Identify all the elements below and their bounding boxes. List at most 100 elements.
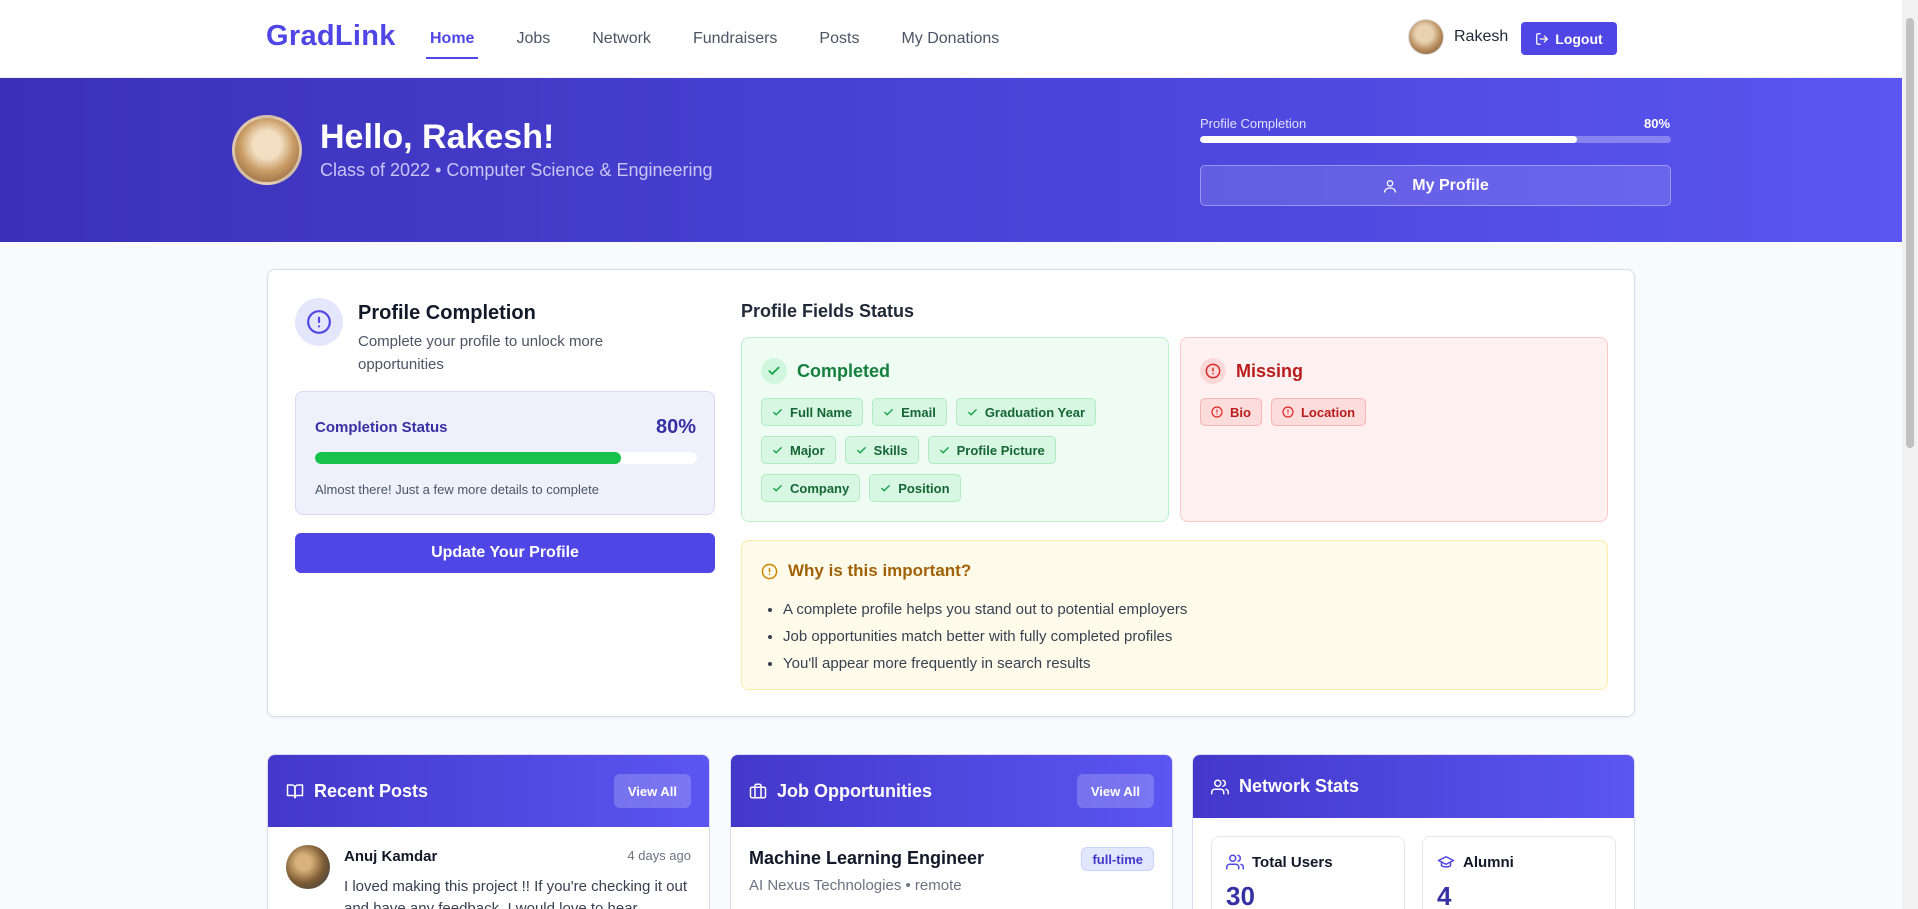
field-tag-label: Email [901, 404, 936, 420]
completed-field-tag: Skills [844, 436, 919, 464]
total-users-value: 30 [1226, 881, 1255, 909]
why-heading: Why is this important? [761, 561, 971, 581]
hero-progress-fill [1200, 136, 1577, 143]
missing-field-tag: Location [1270, 398, 1367, 426]
post-time: 4 days ago [627, 848, 691, 863]
profile-completion-title: Profile Completion [358, 302, 536, 324]
alumni-label-row: Alumni [1437, 853, 1514, 871]
completed-field-tag: Full Name [761, 398, 864, 426]
welcome-banner: Hello, Rakesh! Class of 2022 • Computer … [0, 78, 1902, 242]
avatar[interactable] [1408, 19, 1444, 55]
missing-fields-box: Missing Bio Location [1180, 337, 1608, 522]
job-company: AI Nexus Technologies • remote [749, 877, 962, 894]
field-tag-label: Skills [873, 442, 908, 458]
scrollbar-thumb[interactable] [1906, 18, 1914, 448]
class-info: Class of 2022 • Computer Science & Engin… [320, 160, 713, 180]
logout-label: Logout [1555, 30, 1603, 47]
field-tag-label: Major [790, 442, 825, 458]
users-icon [1211, 779, 1229, 794]
field-tag-label: Company [790, 480, 850, 496]
why-title: Why is this important? [788, 561, 972, 580]
nav-link-jobs[interactable]: Jobs [516, 0, 550, 78]
network-stats-header: Network Stats [1193, 755, 1634, 818]
posts-view-all-button[interactable]: View All [613, 774, 691, 808]
why-important-box: Why is this important? A complete profil… [741, 540, 1608, 690]
total-users-label-row: Total Users [1226, 853, 1333, 871]
alert-circle-icon [1282, 406, 1294, 418]
jobs-view-all-button[interactable]: View All [1076, 774, 1154, 808]
nav-link-network[interactable]: Network [592, 0, 651, 78]
completed-field-tag: Major [761, 436, 836, 464]
completed-title: Completed [797, 360, 891, 381]
alert-circle-icon [1205, 363, 1221, 379]
alumni-label: Alumni [1463, 853, 1514, 871]
nav-links: Home Jobs Network Fundraisers Posts My D… [425, 0, 1041, 78]
hero-progress-bar [1200, 136, 1671, 143]
nav-link-my-donations[interactable]: My Donations [901, 0, 999, 78]
book-open-icon [286, 784, 304, 799]
check-icon [773, 408, 782, 416]
why-point: Job opportunities match better with full… [783, 623, 1187, 650]
my-profile-button[interactable]: My Profile [1200, 165, 1671, 206]
check-icon [939, 446, 949, 454]
alert-circle-icon [761, 563, 778, 579]
missing-field-tag: Bio [1200, 398, 1262, 426]
check-icon [773, 446, 782, 454]
missing-tags: Bio Location [1200, 398, 1590, 426]
my-profile-label: My Profile [1412, 176, 1489, 194]
field-tag-label: Position [898, 480, 950, 496]
users-icon [1226, 854, 1244, 870]
job-opportunities-title: Job Opportunities [777, 780, 932, 801]
logout-button[interactable]: Logout [1521, 22, 1617, 55]
why-list: A complete profile helps you stand out t… [783, 596, 1187, 677]
completion-progress-bar [315, 452, 697, 464]
update-profile-button[interactable]: Update Your Profile [295, 533, 715, 573]
nav-link-posts[interactable]: Posts [819, 0, 859, 78]
profile-completion-subtitle: Complete your profile to unlock more opp… [358, 333, 604, 373]
check-icon [773, 484, 782, 492]
why-point: A complete profile helps you stand out t… [783, 596, 1187, 623]
avatar[interactable] [286, 845, 330, 889]
alumni-value: 4 [1437, 881, 1452, 909]
nav-link-fundraisers[interactable]: Fundraisers [693, 0, 777, 78]
hero-progress-label: Profile Completion [1200, 116, 1307, 131]
check-icon [856, 446, 866, 454]
missing-heading: Missing [1200, 358, 1303, 384]
alert-icon-circle-missing [1200, 358, 1226, 384]
field-tag-label: Graduation Year [984, 404, 1085, 420]
total-users-stat: Total Users 30 [1211, 836, 1405, 909]
completed-field-tag: Position [869, 474, 961, 502]
completion-status-label: Completion Status [315, 419, 448, 436]
user-menu[interactable]: Rakesh [1408, 19, 1508, 55]
alert-circle-icon [307, 310, 331, 334]
total-users-label: Total Users [1252, 853, 1333, 871]
profile-completion-card: Profile Completion Complete your profile… [267, 269, 1635, 717]
post-text[interactable]: I loved making this project !! If you're… [344, 876, 694, 909]
page-scrollbar[interactable] [1902, 0, 1918, 909]
job-opportunities-header: Job Opportunities View All [731, 755, 1172, 827]
check-icon-circle [761, 358, 787, 384]
briefcase-icon [749, 783, 767, 799]
alert-circle-icon [1211, 406, 1223, 418]
job-title[interactable]: Machine Learning Engineer [749, 848, 984, 869]
nav-username: Rakesh [1454, 28, 1509, 45]
recent-posts-header: Recent Posts View All [268, 755, 709, 827]
completion-status-note: Almost there! Just a few more details to… [315, 482, 599, 497]
post-author[interactable]: Anuj Kamdar [344, 848, 437, 865]
completed-field-tag: Email [872, 398, 947, 426]
check-icon [967, 408, 977, 416]
completion-progress-fill [315, 452, 621, 464]
completed-fields-box: Completed Full Name Email Graduation Year M… [741, 337, 1169, 522]
brand-logo[interactable]: GradLink [266, 20, 396, 53]
field-tag-label: Bio [1230, 404, 1251, 420]
completed-tags: Full Name Email Graduation Year Major Skills… [761, 398, 1151, 502]
greeting-heading: Hello, Rakesh! [320, 118, 555, 156]
completed-heading: Completed [761, 358, 890, 384]
hero-progress-percent: 80% [1644, 116, 1671, 131]
user-icon [1384, 179, 1397, 193]
check-icon [768, 366, 780, 376]
why-point: You'll appear more frequently in search … [783, 650, 1187, 677]
nav-link-home[interactable]: Home [425, 0, 479, 78]
check-icon [884, 408, 893, 416]
completion-status-box: Completion Status 80% Almost there! Just… [295, 391, 715, 515]
